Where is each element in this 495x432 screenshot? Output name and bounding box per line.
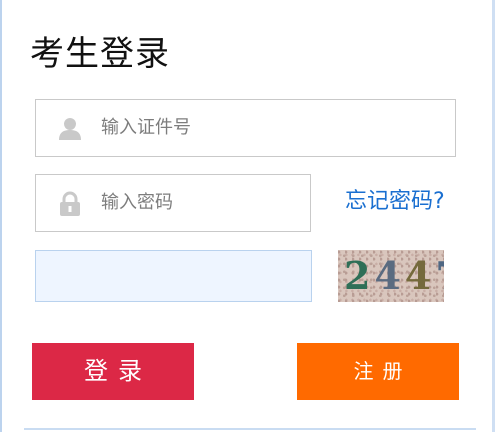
captcha-input[interactable] — [35, 250, 312, 302]
login-title: 考生登录 — [30, 34, 170, 74]
password-placeholder: 输入密码 — [101, 192, 173, 213]
id-number-placeholder: 输入证件号 — [101, 117, 191, 138]
captcha-digit: 7 — [435, 253, 444, 298]
captcha-digit: 4 — [374, 253, 405, 298]
forgot-password-link[interactable]: 忘记密码? — [345, 186, 445, 218]
password-field[interactable]: 输入密码 — [35, 174, 311, 232]
captcha-image[interactable]: 2447 — [338, 250, 444, 302]
bottom-divider — [24, 428, 476, 430]
captcha-digit: 4 — [404, 253, 436, 298]
register-button[interactable]: 注册 — [297, 343, 459, 400]
lock-icon — [57, 191, 83, 217]
user-icon — [57, 116, 83, 142]
captcha-digit: 2 — [344, 253, 375, 298]
left-border-line — [0, 0, 2, 432]
captcha-code: 2447 — [344, 252, 444, 300]
login-button[interactable]: 登录 — [32, 343, 194, 400]
id-number-field[interactable]: 输入证件号 — [35, 99, 456, 157]
